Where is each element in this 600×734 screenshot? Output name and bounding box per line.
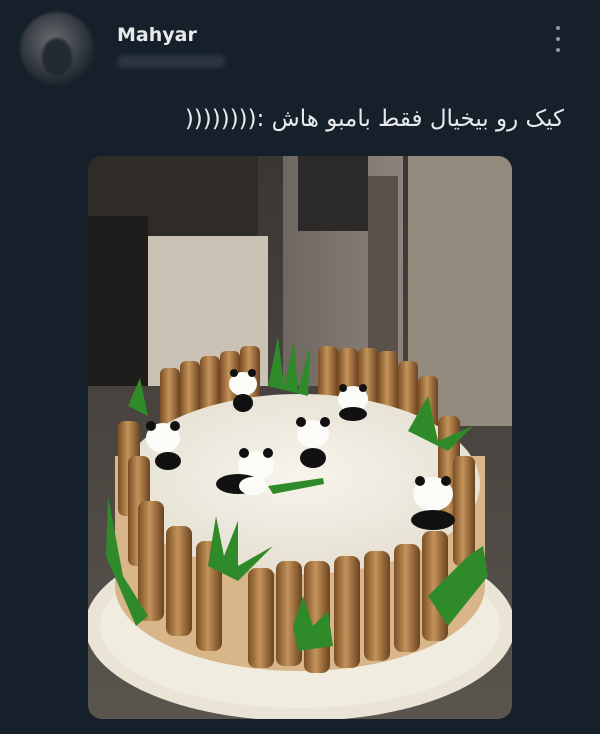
tweet-photo[interactable] — [88, 156, 512, 719]
avatar[interactable] — [20, 12, 94, 86]
more-vertical-icon[interactable] — [546, 26, 570, 52]
tweet-text: کیک رو بیخیال فقط بامبو هاش :(((((((( — [184, 106, 564, 132]
cake-photo — [88, 156, 512, 719]
author-handle-blurred — [117, 55, 225, 68]
author-name[interactable]: Mahyar — [117, 24, 197, 46]
